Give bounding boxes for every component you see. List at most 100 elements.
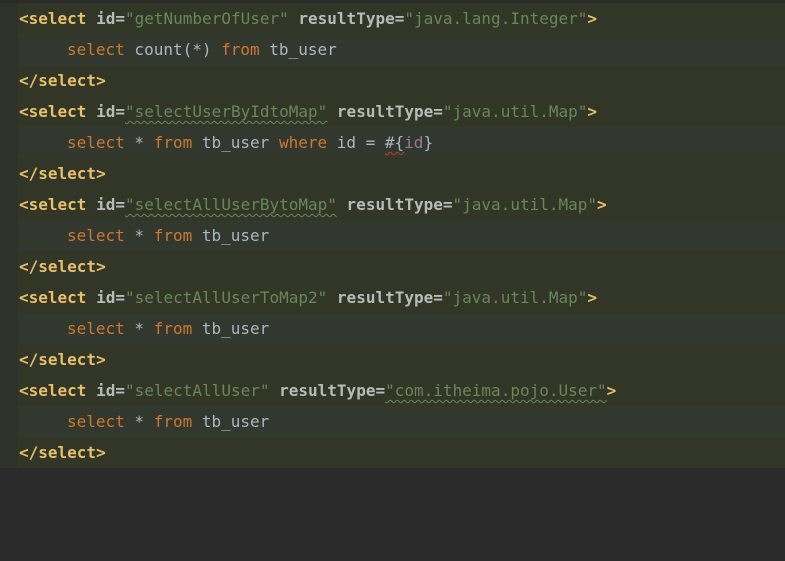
xml-attr-name: id — [96, 195, 116, 214]
xml-attr-name: id — [96, 102, 116, 121]
sql-keyword: where — [278, 133, 328, 152]
xml-tag-open: <select — [19, 288, 87, 307]
code-content: <select id="selectUserByIdtoMap" resultT… — [19, 96, 597, 127]
sql-text: tb_user — [259, 40, 337, 59]
xml-attr-eq: = — [115, 9, 125, 28]
xml-attr-value: "java.lang.Integer" — [404, 9, 588, 28]
sql-text: tb_user — [192, 226, 270, 245]
code-line[interactable]: </select> — [0, 65, 785, 96]
code-line[interactable]: <select id="selectAllUserToMap2" resultT… — [0, 282, 785, 313]
sql-text: * — [124, 226, 154, 245]
code-line[interactable]: select * from tb_user where id = #{id} — [0, 127, 785, 158]
sql-text: count(*) — [124, 40, 222, 59]
gutter-marker — [0, 65, 18, 96]
gutter-marker — [0, 375, 18, 406]
sql-text: * — [124, 319, 154, 338]
gutter-marker — [0, 189, 18, 220]
gutter-marker — [0, 3, 18, 34]
xml-attr-name: resultType — [336, 102, 434, 121]
sql-param-name: id — [404, 133, 424, 152]
xml-tag-end: </select> — [19, 71, 106, 90]
xml-attr-value: "selectAllUserBytoMap" — [124, 195, 337, 214]
code-line[interactable]: <select id="selectAllUser" resultType="c… — [0, 375, 785, 406]
sql-keyword: from — [153, 226, 193, 245]
xml-attr-name: id — [96, 381, 116, 400]
xml-tag-close: > — [587, 9, 598, 28]
sql-text: * — [124, 412, 154, 431]
code-line[interactable]: </select> — [0, 158, 785, 189]
code-line[interactable]: <select id="selectUserByIdtoMap" resultT… — [0, 96, 785, 127]
code-content: select * from tb_user — [19, 406, 269, 437]
xml-attr-name: resultType — [298, 9, 395, 28]
xml-attr-value: "java.util.Map" — [452, 195, 598, 214]
code-line[interactable]: select count(*) from tb_user — [0, 34, 785, 65]
xml-attr-value: "selectUserByIdtoMap" — [124, 102, 328, 121]
xml-attr-name: resultType — [336, 288, 434, 307]
xml-attr-value: "getNumberOfUser" — [124, 9, 289, 28]
sql-keyword: select — [67, 412, 125, 431]
gutter-marker — [0, 406, 18, 437]
xml-tag-open: <select — [19, 102, 87, 121]
gutter-marker — [0, 158, 18, 189]
code-line[interactable]: select * from tb_user — [0, 406, 785, 437]
xml-attr-eq: = — [433, 102, 443, 121]
code-editor[interactable]: <select id="getNumberOfUser" resultType=… — [0, 0, 785, 484]
xml-attr-value: "java.util.Map" — [442, 102, 588, 121]
gutter-marker — [0, 251, 18, 282]
xml-tag-open: <select — [19, 9, 87, 28]
gutter-marker — [0, 344, 18, 375]
sql-text: id = — [327, 133, 385, 152]
xml-tag-close: > — [606, 381, 617, 400]
xml-tag-close: > — [587, 288, 598, 307]
xml-attr-value: "selectAllUserToMap2" — [124, 288, 328, 307]
code-content: <select id="selectAllUser" resultType="c… — [19, 375, 616, 406]
xml-attr-eq: = — [115, 195, 125, 214]
gutter-marker — [0, 313, 18, 344]
code-line[interactable]: </select> — [0, 437, 785, 468]
xml-tag-end: </select> — [19, 257, 106, 276]
xml-tag-end: </select> — [19, 443, 106, 462]
code-content: select * from tb_user — [19, 313, 269, 344]
gutter-marker — [0, 437, 18, 468]
code-line[interactable]: </select> — [0, 251, 785, 282]
sql-text: tb_user — [192, 412, 270, 431]
code-line[interactable]: select * from tb_user — [0, 313, 785, 344]
sql-keyword: from — [153, 319, 193, 338]
xml-tag-open: <select — [19, 195, 87, 214]
code-content: <select id="selectAllUserToMap2" resultT… — [19, 282, 597, 313]
xml-attr-name: id — [96, 9, 116, 28]
code-line[interactable]: <select id="getNumberOfUser" resultType=… — [0, 3, 785, 34]
gutter-marker — [0, 282, 18, 313]
code-content: select * from tb_user where id = #{id} — [19, 127, 433, 158]
sql-text: * — [124, 133, 154, 152]
code-content: select count(*) from tb_user — [19, 34, 337, 65]
sql-keyword: select — [67, 226, 125, 245]
xml-attr-value: "java.util.Map" — [442, 288, 588, 307]
code-line[interactable]: </select> — [0, 344, 785, 375]
code-line[interactable]: select * from tb_user — [0, 220, 785, 251]
xml-tag-end: </select> — [19, 164, 106, 183]
sql-text: tb_user — [192, 319, 270, 338]
xml-attr-eq: = — [115, 381, 125, 400]
gutter-marker — [0, 127, 18, 158]
xml-tag-end: </select> — [19, 350, 106, 369]
xml-attr-name: id — [96, 288, 116, 307]
xml-attr-eq: = — [115, 102, 125, 121]
code-content: select * from tb_user — [19, 220, 269, 251]
xml-attr-eq: = — [375, 381, 386, 400]
sql-keyword: select — [67, 133, 125, 152]
sql-text: tb_user — [192, 133, 279, 152]
sql-param-open: #{ — [384, 133, 405, 152]
code-content: <select id="selectAllUserBytoMap" result… — [19, 189, 607, 220]
sql-keyword: from — [153, 412, 193, 431]
sql-keyword: from — [153, 133, 193, 152]
xml-attr-eq: = — [433, 288, 443, 307]
xml-tag-close: > — [587, 102, 598, 121]
xml-attr-value: "selectAllUser" — [124, 381, 270, 400]
xml-attr-name: resultType — [279, 381, 376, 400]
code-content: <select id="getNumberOfUser" resultType=… — [19, 3, 597, 34]
xml-attr-eq: = — [115, 288, 125, 307]
sql-keyword: select — [67, 319, 125, 338]
code-line[interactable]: <select id="selectAllUserBytoMap" result… — [0, 189, 785, 220]
gutter-marker — [0, 34, 18, 65]
